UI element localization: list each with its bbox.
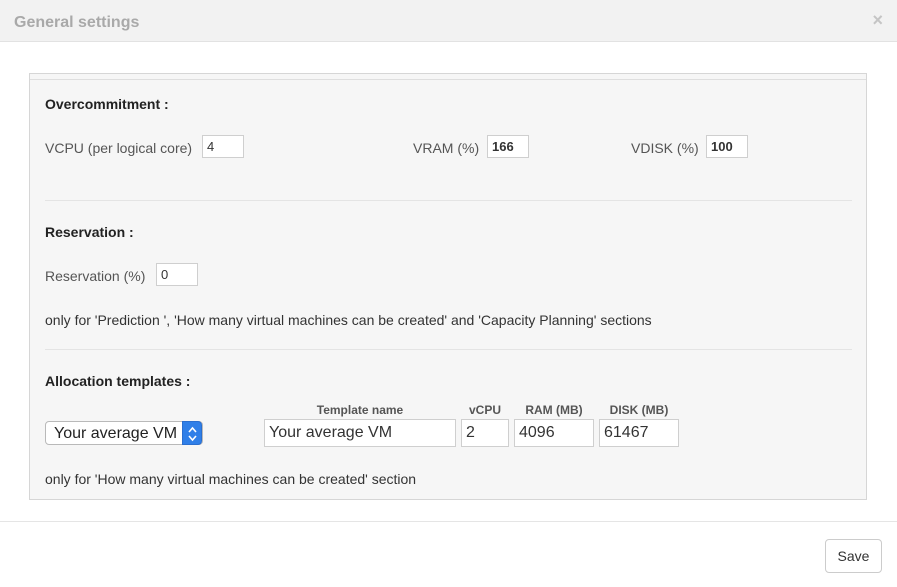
template-select-value: Your average VM xyxy=(54,425,178,442)
vcpu-header: vCPU xyxy=(468,403,501,417)
vdisk-label: VDISK (%) xyxy=(631,140,699,156)
template-disk-input[interactable] xyxy=(599,419,679,447)
select-arrows-icon xyxy=(182,421,202,445)
close-icon[interactable]: × xyxy=(872,10,883,30)
section-divider xyxy=(45,349,852,350)
overcommitment-title: Overcommitment : xyxy=(45,96,169,112)
reservation-title: Reservation : xyxy=(45,224,134,240)
modal-header: General settings × xyxy=(0,0,897,42)
allocation-note: only for 'How many virtual machines can … xyxy=(45,471,417,487)
ram-header: RAM (MB) xyxy=(525,403,583,417)
disk-header: DISK (MB) xyxy=(609,403,669,417)
save-button[interactable]: Save xyxy=(825,539,882,573)
settings-panel: Overcommitment : VCPU (per logical core)… xyxy=(29,73,867,500)
template-name-input[interactable] xyxy=(264,419,456,447)
template-select[interactable]: Your average VM xyxy=(45,421,203,445)
modal-title: General settings xyxy=(14,14,140,31)
template-vcpu-input[interactable] xyxy=(461,419,509,447)
vram-input[interactable] xyxy=(487,135,529,158)
template-ram-input[interactable] xyxy=(514,419,594,447)
vram-label: VRAM (%) xyxy=(413,140,480,156)
reservation-note: only for 'Prediction ', 'How many virtua… xyxy=(45,312,652,328)
reservation-input[interactable] xyxy=(156,263,198,286)
panel-top-edge xyxy=(30,74,866,80)
template-name-header: Template name xyxy=(316,403,404,417)
reservation-label: Reservation (%) xyxy=(45,268,146,284)
vcpu-label: VCPU (per logical core) xyxy=(45,140,193,156)
allocation-title: Allocation templates : xyxy=(45,373,191,389)
footer-divider xyxy=(0,521,897,522)
vcpu-input[interactable] xyxy=(202,135,244,158)
vdisk-input[interactable] xyxy=(706,135,748,158)
section-divider xyxy=(45,200,852,201)
